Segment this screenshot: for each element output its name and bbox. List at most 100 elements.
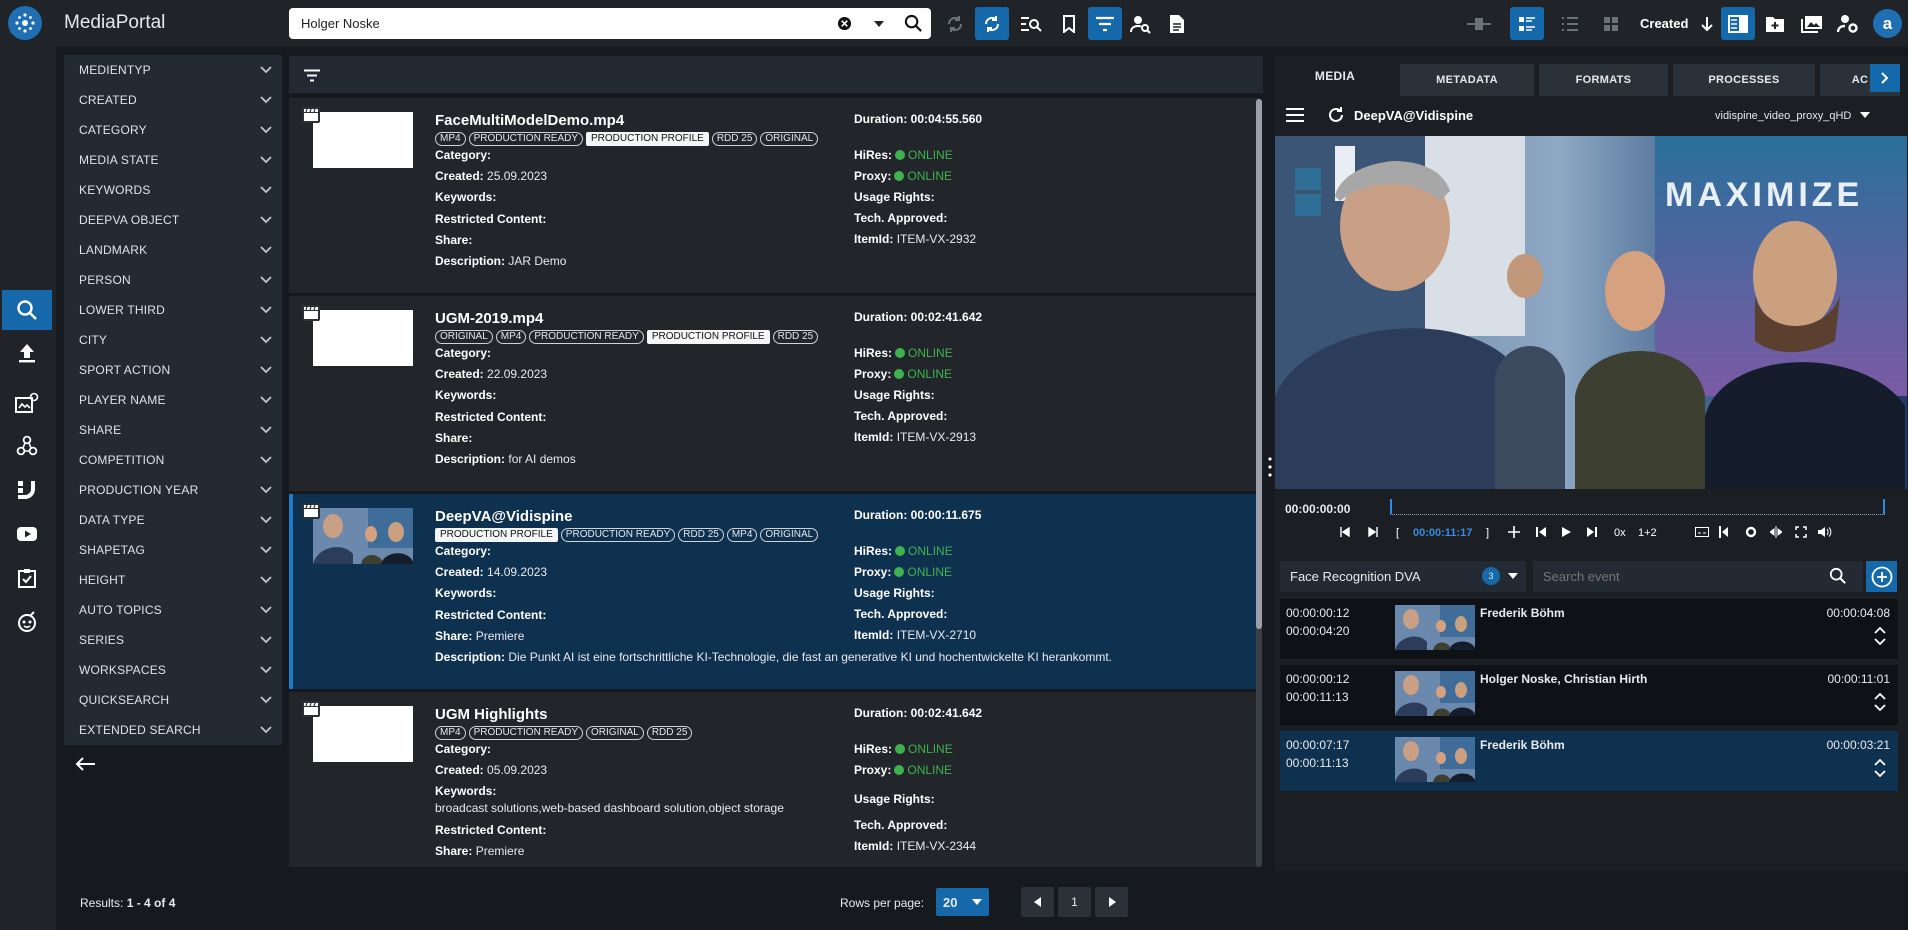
user-settings-icon[interactable] (1831, 7, 1865, 40)
tag[interactable]: RDD 25 (711, 132, 758, 146)
result-card[interactable]: FaceMultiModelDemo.mp4 MP4 PRODUCTION READ… (289, 98, 1260, 293)
document-icon[interactable] (1160, 7, 1194, 40)
search-list-icon[interactable] (1014, 7, 1048, 40)
event-search-input[interactable] (1543, 561, 1823, 592)
sync-icon[interactable] (975, 7, 1009, 40)
rail-vidispine-icon[interactable] (2, 470, 52, 510)
result-title[interactable]: FaceMultiModelDemo.mp4 (435, 112, 624, 129)
result-thumbnail[interactable] (313, 310, 413, 366)
frame-step[interactable]: 1+2 (1638, 527, 1657, 539)
detail-list-view-icon[interactable] (1510, 7, 1544, 40)
result-thumbnail[interactable] (313, 112, 413, 168)
compare-icon[interactable] (1462, 7, 1496, 40)
player-menu-icon[interactable] (1285, 108, 1305, 122)
facet-landmark[interactable]: LANDMARK (64, 235, 282, 265)
rail-tasks-icon[interactable] (2, 558, 52, 598)
prev-page-button[interactable] (1021, 887, 1054, 917)
tag[interactable]: MP4 (495, 330, 527, 344)
event-row[interactable]: 00:00:00:12 00:00:04:20 Frederik Böhm 00:00… (1280, 599, 1898, 659)
facet-auto-topics[interactable]: AUTO TOPICS (64, 595, 282, 625)
skip-to-marker-icon[interactable] (1719, 526, 1731, 538)
tag[interactable]: RDD 25 (772, 330, 819, 344)
player-settings-icon[interactable] (1745, 526, 1757, 538)
go-to-end-icon[interactable] (1368, 527, 1378, 537)
tag[interactable]: PRODUCTION READY (529, 330, 644, 344)
facet-media-state[interactable]: MEDIA STATE (64, 145, 282, 175)
result-scrollbar-thumb[interactable] (1256, 99, 1262, 629)
tab-media[interactable]: MEDIA (1275, 56, 1395, 96)
tab-formats[interactable]: FORMATS (1539, 64, 1668, 96)
facet-deepva-object[interactable]: DEEPVA OBJECT (64, 205, 282, 235)
timeline-scrubber[interactable] (1390, 499, 1885, 515)
previous-frame-icon[interactable] (1536, 527, 1546, 537)
mark-in-icon[interactable]: [ (1396, 527, 1399, 539)
event-row[interactable]: 00:00:07:17 00:00:11:13 Frederik Böhm 00:00… (1280, 731, 1898, 791)
facet-created[interactable]: CREATED (64, 85, 282, 115)
event-thumbnail[interactable] (1395, 737, 1475, 782)
search-icon[interactable] (904, 14, 923, 33)
mark-out-icon[interactable]: ] (1486, 527, 1489, 539)
next-frame-icon[interactable] (1587, 527, 1597, 537)
event-thumbnail[interactable] (1395, 671, 1475, 716)
tag[interactable]: RDD 25 (678, 528, 724, 542)
collapse-arrow-left-icon[interactable] (74, 756, 96, 772)
facet-category[interactable]: CATEGORY (64, 115, 282, 145)
rail-ai-icon[interactable] (2, 602, 52, 642)
result-thumbnail[interactable] (313, 508, 413, 564)
add-marker-icon[interactable] (1508, 526, 1520, 538)
playback-speed[interactable]: 0x (1614, 527, 1626, 539)
tag[interactable]: MP4 (435, 726, 466, 740)
bookmark-icon[interactable] (1052, 7, 1086, 40)
volume-icon[interactable] (1818, 526, 1832, 538)
add-folder-icon[interactable] (1758, 7, 1792, 40)
tag[interactable]: ORIGINAL (435, 330, 493, 344)
expand-collapse-icon[interactable] (1874, 627, 1886, 645)
tag[interactable]: ORIGINAL (586, 726, 644, 740)
rail-search-icon[interactable] (2, 290, 52, 330)
facet-shapetag[interactable]: SHAPETAG (64, 535, 282, 565)
facet-sport-action[interactable]: SPORT ACTION (64, 355, 282, 385)
avatar[interactable]: a (1873, 9, 1902, 38)
facet-share[interactable]: SHARE (64, 415, 282, 445)
facet-lower-third[interactable]: LOWER THIRD (64, 295, 282, 325)
grid-view-icon[interactable] (1594, 7, 1628, 40)
list-view-icon[interactable] (1553, 7, 1587, 40)
proxy-select[interactable]: vidispine_video_proxy_qHD (1715, 110, 1871, 122)
event-row[interactable]: 00:00:00:12 00:00:11:13 Holger Noske, Chri… (1280, 665, 1898, 725)
facet-city[interactable]: CITY (64, 325, 282, 355)
refresh-icon[interactable] (1327, 106, 1345, 124)
rail-collections-icon[interactable] (2, 383, 52, 423)
result-filter-icon[interactable] (303, 69, 321, 82)
search-icon[interactable] (1829, 567, 1847, 585)
expand-collapse-icon[interactable] (1874, 693, 1886, 711)
facet-person[interactable]: PERSON (64, 265, 282, 295)
chevron-down-icon[interactable] (1508, 573, 1518, 579)
page-number-button[interactable]: 1 (1058, 887, 1091, 917)
facet-player-name[interactable]: PLAYER NAME (64, 385, 282, 415)
person-search-icon[interactable] (1124, 7, 1158, 40)
sort-arrow-down-icon[interactable] (1690, 7, 1724, 40)
tag[interactable]: PRODUCTION READY (468, 132, 584, 146)
sort-label[interactable]: Created (1640, 16, 1688, 31)
result-card[interactable]: UGM Highlights MP4 PRODUCTION READY ORIGINA… (289, 692, 1260, 867)
rail-youtube-icon[interactable] (2, 514, 52, 554)
facet-production-year[interactable]: PRODUCTION YEAR (64, 475, 282, 505)
tabs-next-icon[interactable] (1870, 64, 1900, 92)
fullscreen-icon[interactable] (1795, 526, 1807, 538)
tag[interactable]: MP4 (435, 132, 466, 146)
facet-competition[interactable]: COMPETITION (64, 445, 282, 475)
gallery-icon[interactable] (1795, 7, 1829, 40)
tab-metadata[interactable]: METADATA (1400, 64, 1534, 96)
chevron-down-icon[interactable] (873, 20, 885, 28)
app-logo-icon[interactable] (8, 6, 42, 40)
search-input[interactable] (301, 8, 821, 39)
event-thumbnail[interactable] (1395, 605, 1475, 650)
result-title[interactable]: UGM-2019.mp4 (435, 310, 543, 327)
next-page-button[interactable] (1095, 887, 1128, 917)
go-to-start-icon[interactable] (1340, 527, 1350, 537)
tag[interactable]: PRODUCTION READY (468, 726, 584, 740)
result-card[interactable]: UGM-2019.mp4 ORIGINAL MP4 PRODUCTION READY P… (289, 296, 1260, 491)
split-icon[interactable] (1770, 526, 1782, 538)
video-player[interactable]: MAXIMIZE (1275, 136, 1907, 489)
result-title[interactable]: UGM Highlights (435, 706, 548, 723)
